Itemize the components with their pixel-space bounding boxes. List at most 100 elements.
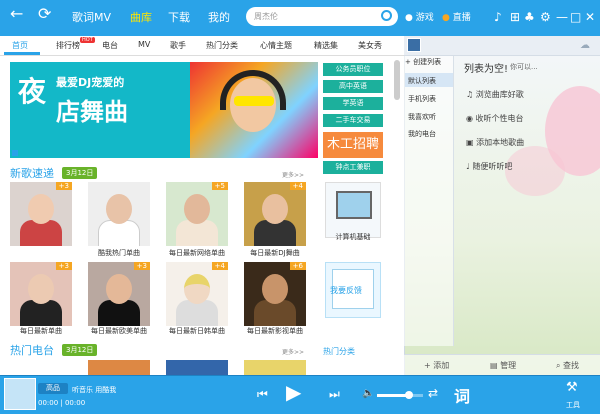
manage-button[interactable]: ▤ 管理 bbox=[490, 360, 516, 371]
music-note-icon[interactable]: ♪ bbox=[494, 10, 502, 24]
content-scrollbar[interactable] bbox=[394, 60, 400, 100]
search-icon[interactable] bbox=[381, 10, 392, 21]
previous-track-icon[interactable]: ⏮ bbox=[257, 387, 268, 402]
cloud-icon[interactable]: ☁ bbox=[580, 40, 590, 51]
playlist-my-radio[interactable]: 我的电台 bbox=[408, 129, 436, 139]
nav-mine[interactable]: 我的 bbox=[208, 9, 230, 25]
back-icon[interactable]: ← bbox=[10, 6, 23, 22]
nav-download[interactable]: 下载 bbox=[168, 9, 190, 25]
lyrics-button[interactable]: 词 bbox=[454, 383, 470, 407]
ad-link-high-school-english[interactable]: 高中英语 bbox=[323, 80, 383, 93]
minimize-icon[interactable]: — bbox=[556, 10, 568, 24]
song-art-face bbox=[28, 194, 54, 224]
playlist-phone[interactable]: 手机列表 bbox=[408, 94, 436, 104]
song-caption[interactable]: 每日最新单曲 bbox=[6, 326, 76, 336]
hot-categories-title[interactable]: 热门分类 bbox=[323, 346, 355, 357]
listen-radio-link[interactable]: ◉ 收听个性电台 bbox=[466, 113, 524, 124]
song-card[interactable]: +5 bbox=[166, 182, 228, 246]
maximize-icon[interactable]: □ bbox=[570, 10, 581, 24]
song-count-badge: +6 bbox=[289, 262, 306, 270]
ad-hourly-worker[interactable]: 钟点工兼职 bbox=[323, 161, 383, 174]
song-caption[interactable]: 酷我热门单曲 bbox=[84, 248, 154, 258]
ad-computer-basics-caption[interactable]: 计算机基础 bbox=[318, 232, 388, 242]
play-icon[interactable]: ▶ bbox=[286, 380, 301, 404]
song-card[interactable]: +3 bbox=[10, 182, 72, 246]
bg-blossom bbox=[505, 146, 565, 196]
empty-list-subtitle: 你可以... bbox=[510, 63, 538, 71]
quality-select[interactable]: 高品 bbox=[38, 383, 68, 394]
find-button[interactable]: ⌕ 查找 bbox=[556, 360, 579, 371]
tab-charts[interactable]: 排行榜 bbox=[56, 40, 80, 51]
song-count-badge: +3 bbox=[133, 262, 150, 270]
toolbox-label[interactable]: 工具 bbox=[566, 400, 580, 410]
song-caption[interactable]: 每日最新影视单曲 bbox=[240, 326, 310, 336]
tab-hot-categories[interactable]: 热门分类 bbox=[206, 40, 238, 51]
hot-badge: HOT bbox=[80, 37, 95, 43]
song-card[interactable]: +3 bbox=[10, 262, 72, 326]
banner-title-1: 夜 bbox=[18, 75, 47, 108]
song-art-face bbox=[262, 194, 288, 224]
song-count-badge: +4 bbox=[211, 262, 228, 270]
shirt-icon[interactable]: ♣ bbox=[524, 10, 535, 24]
refresh-icon[interactable]: ⟳ bbox=[38, 6, 51, 22]
tab-collections[interactable]: 精选集 bbox=[314, 40, 338, 51]
ad-carpenter-recruit[interactable]: 木工招聘 bbox=[323, 132, 383, 158]
ad-link-used-car[interactable]: 二手车交易 bbox=[323, 114, 383, 127]
close-icon[interactable]: ✕ bbox=[585, 10, 595, 24]
album-cover[interactable] bbox=[4, 378, 36, 410]
random-listen-link[interactable]: ♩ 随便听听吧 bbox=[466, 161, 512, 172]
toolbox-icon[interactable]: ⚒ bbox=[566, 380, 578, 395]
song-card[interactable] bbox=[88, 182, 150, 246]
tab-beauty-show[interactable]: 美女秀 bbox=[358, 40, 382, 51]
song-card[interactable]: +4 bbox=[244, 182, 306, 246]
volume-knob[interactable] bbox=[405, 391, 413, 399]
song-card[interactable]: +3 bbox=[88, 262, 150, 326]
category-tabs: 首页 排行榜 电台 MV 歌手 热门分类 心情主题 精选集 美女秀 bbox=[0, 36, 404, 56]
game-link[interactable]: ● 游戏 bbox=[405, 11, 434, 25]
browse-library-link[interactable]: ♫ 浏览曲库好歌 bbox=[466, 89, 524, 100]
radio-card[interactable] bbox=[166, 360, 228, 376]
banner-indicator[interactable] bbox=[12, 150, 18, 156]
hot-radio-more-link[interactable]: 更多>> bbox=[282, 347, 304, 356]
next-track-icon[interactable]: ⏭ bbox=[329, 387, 340, 402]
ad-link-learn-english[interactable]: 学英语 bbox=[323, 97, 383, 110]
nav-lyrics-mv[interactable]: 歌词MV bbox=[72, 9, 111, 25]
hot-radio-date: 3月12日 bbox=[62, 344, 98, 356]
ad-computer-basics[interactable] bbox=[325, 182, 381, 238]
new-songs-more-link[interactable]: 更多>> bbox=[282, 170, 304, 179]
song-caption[interactable]: 每日最新DJ舞曲 bbox=[240, 248, 310, 258]
song-caption[interactable]: 每日最新日韩单曲 bbox=[162, 326, 232, 336]
tab-home[interactable]: 首页 bbox=[12, 40, 28, 51]
user-avatar[interactable] bbox=[407, 38, 421, 52]
add-button[interactable]: + 添加 bbox=[424, 360, 449, 371]
ad-link-civil-service[interactable]: 公务员职位 bbox=[323, 63, 383, 76]
shuffle-icon: ♩ bbox=[466, 162, 470, 171]
volume-icon[interactable]: 🔈 bbox=[362, 388, 374, 399]
search-input[interactable]: 周杰伦 bbox=[254, 11, 278, 22]
create-list-button[interactable]: + 创建列表 bbox=[405, 57, 453, 70]
feedback-card[interactable]: 我要反馈 bbox=[325, 262, 381, 318]
song-caption[interactable]: 每日最新欧美单曲 bbox=[84, 326, 154, 336]
song-card[interactable]: +4 bbox=[166, 262, 228, 326]
radio-card[interactable] bbox=[244, 360, 306, 376]
tab-singers[interactable]: 歌手 bbox=[170, 40, 186, 51]
skin-icon[interactable]: ⊞ bbox=[510, 10, 520, 24]
add-local-link[interactable]: ▣ 添加本地歌曲 bbox=[466, 137, 524, 148]
song-art-face bbox=[184, 194, 210, 224]
settings-icon[interactable]: ⚙ bbox=[540, 10, 551, 24]
banner[interactable]: 夜 最爱DJ宠爱的 店舞曲 bbox=[10, 62, 318, 158]
tab-radio[interactable]: 电台 bbox=[102, 40, 118, 51]
tab-mood[interactable]: 心情主题 bbox=[260, 40, 292, 51]
tab-mv[interactable]: MV bbox=[138, 40, 150, 49]
live-icon: ● bbox=[442, 13, 450, 23]
song-card[interactable]: +6 bbox=[244, 262, 306, 326]
nav-library[interactable]: 曲库 bbox=[130, 9, 152, 25]
radio-card[interactable] bbox=[88, 360, 150, 376]
loop-mode-icon[interactable]: ⇄ bbox=[428, 386, 438, 400]
search-box[interactable]: 周杰伦 bbox=[246, 7, 398, 26]
song-count-badge: +4 bbox=[289, 182, 306, 190]
live-link[interactable]: ● 直播 bbox=[442, 11, 471, 25]
playlist-default[interactable]: 默认列表 bbox=[408, 76, 436, 86]
playlist-favorites[interactable]: 我喜欢听 bbox=[408, 112, 436, 122]
song-caption[interactable]: 每日最新网络单曲 bbox=[162, 248, 232, 258]
